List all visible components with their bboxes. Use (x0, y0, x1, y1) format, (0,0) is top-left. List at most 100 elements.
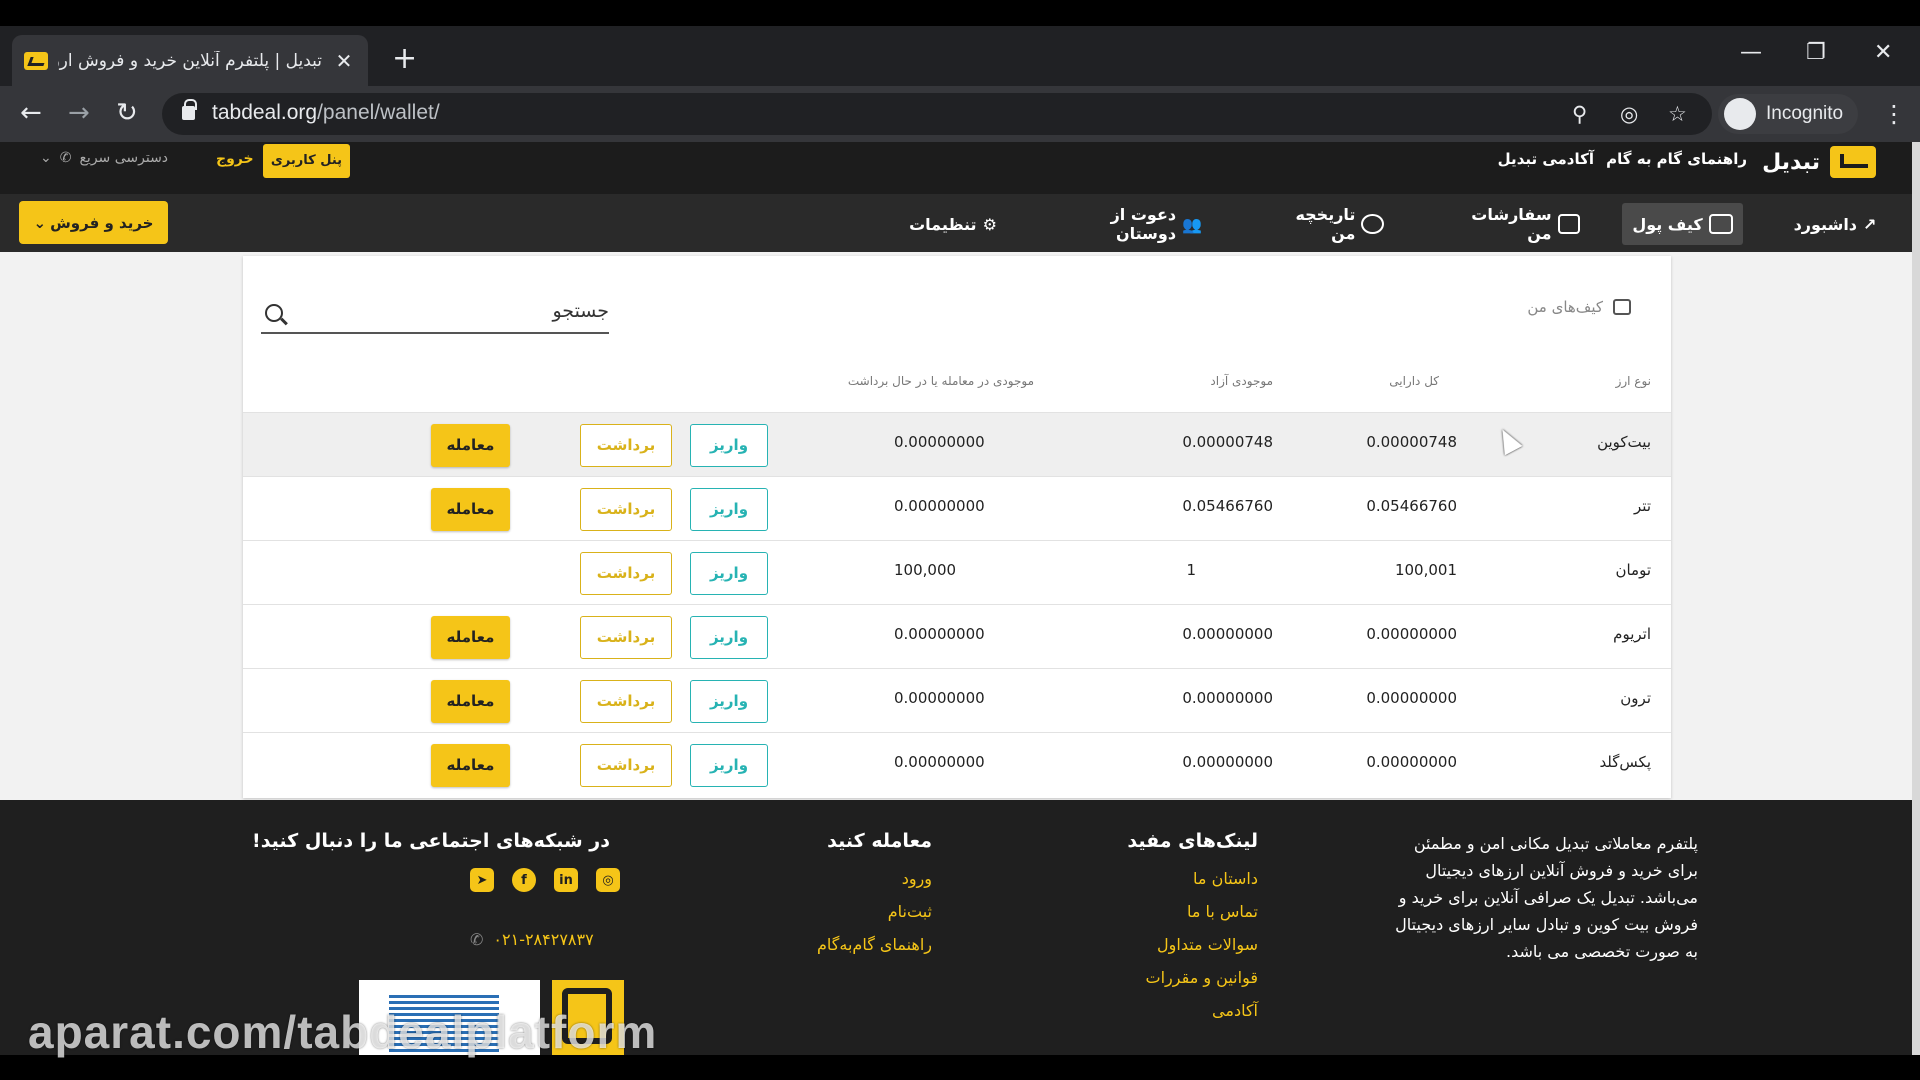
site-top-bar: تبدیل راهنمای گام به گام آکادمی تبدیل پن… (0, 142, 1912, 194)
link-faq[interactable]: سوالات متداول (1127, 928, 1258, 961)
restore-icon[interactable]: ❐ (1806, 40, 1826, 65)
currency-name: اتریوم (1613, 625, 1651, 643)
reload-icon[interactable]: ↻ (116, 98, 138, 128)
withdraw-button[interactable]: برداشت (580, 616, 672, 659)
social-icons: ➤ f in ◎ (470, 868, 620, 892)
back-icon[interactable]: ← (20, 98, 42, 128)
col-total: کل دارایی (1389, 374, 1439, 388)
address-bar-row: ← → ↻ tabdeal.org/panel/wallet/ ⚲ ◎ ☆ In… (0, 86, 1920, 142)
dashboard-icon: ↗ (1863, 214, 1877, 234)
footer-about: پلتفرم معاملاتی تبدیل مکانی امن و مطمئن … (1395, 834, 1698, 961)
search-input[interactable]: جستجو (261, 298, 609, 334)
wallets-title: کیف‌های من (1527, 298, 1631, 316)
browser-menu-icon[interactable]: ⋮ (1882, 100, 1906, 128)
link-terms[interactable]: قوانین و مقررات (1127, 961, 1258, 994)
table-row: تتر 0.05466760 0.05466760 0.00000000 واریز بر… (243, 476, 1671, 540)
minimize-icon[interactable]: — (1740, 40, 1762, 65)
page-scrollbar[interactable] (1912, 142, 1920, 1062)
withdraw-button[interactable]: برداشت (580, 424, 672, 467)
phone-number: ۰۲۱-۲۸۴۲۷۸۳۷ (493, 930, 594, 949)
tabdeal-logo-icon (1830, 146, 1876, 178)
locked-balance: 0.00000000 (894, 689, 985, 707)
buy-sell-label: خرید و فروش (50, 213, 154, 232)
nav-history-label: تاریخچه من (1295, 205, 1356, 243)
currency-name: بیت‌کوین (1597, 433, 1651, 451)
nav-invite[interactable]: 👥 دعوت از دوستان (1068, 203, 1202, 245)
trade-button[interactable]: معامله (431, 488, 510, 531)
new-tab-icon[interactable]: + (392, 44, 417, 74)
deposit-button[interactable]: واریز (690, 488, 768, 531)
quick-access-menu[interactable]: دسترسی سریع ✆ ⌄ (40, 150, 168, 166)
logout-link[interactable]: خروج (216, 151, 254, 167)
deposit-button[interactable]: واریز (690, 424, 768, 467)
zoom-icon[interactable]: ⚲ (1572, 102, 1587, 126)
table-row: اتریوم 0.00000000 0.00000000 0.00000000 واری… (243, 604, 1671, 668)
tabdeal-favicon-icon (24, 51, 48, 70)
nav-history[interactable]: تاریخچه من (1272, 203, 1384, 245)
trade-button[interactable]: معامله (431, 680, 510, 723)
trade-button[interactable]: معامله (431, 744, 510, 787)
withdraw-button[interactable]: برداشت (580, 488, 672, 531)
tracking-protection-icon[interactable]: ◎ (1620, 102, 1638, 126)
withdraw-button[interactable]: برداشت (580, 552, 672, 595)
trade-button[interactable]: معامله (431, 424, 510, 467)
link-signup[interactable]: ثبت‌نام (817, 895, 932, 928)
deposit-button[interactable]: واریز (690, 552, 768, 595)
tab-title: تبدیل | پلتفرم آنلاین خرید و فروش ارز (58, 50, 322, 71)
footer-social: در شبکه‌های اجتماعی ما را دنبال کنید! (252, 830, 610, 862)
table-row: تومان 100,001 1 100,000 واریز برداشت (243, 540, 1671, 604)
incognito-badge[interactable]: Incognito (1718, 94, 1858, 134)
free-balance: 0.00000748 (1182, 433, 1273, 451)
forward-icon[interactable]: → (68, 98, 90, 128)
footer-useful-links: لینک‌های مفید داستان ما تماس با ما سوالا… (1127, 830, 1258, 1027)
currency-name: تومان (1615, 561, 1651, 579)
link-contact[interactable]: تماس با ما (1127, 895, 1258, 928)
deposit-button[interactable]: واریز (690, 616, 768, 659)
close-window-icon[interactable]: ✕ (1874, 40, 1892, 65)
academy-link[interactable]: آکادمی تبدیل (1498, 150, 1594, 168)
user-panel-button[interactable]: پنل کاربری (263, 144, 350, 178)
facebook-icon[interactable]: f (512, 868, 536, 892)
buy-sell-button[interactable]: خرید و فروش ⌄ (19, 201, 168, 244)
locked-balance: 100,000 (894, 561, 957, 579)
free-balance: 1 (1186, 561, 1196, 579)
footer-phone[interactable]: ✆ ۰۲۱-۲۸۴۲۷۸۳۷ (470, 930, 594, 949)
table-row: ترون 0.00000000 0.00000000 0.00000000 واریز ب… (243, 668, 1671, 732)
link-login[interactable]: ورود (817, 862, 932, 895)
guide-link[interactable]: راهنمای گام به گام (1606, 150, 1747, 168)
chevron-down-icon: ⌄ (33, 213, 47, 232)
bookmark-star-icon[interactable]: ☆ (1668, 102, 1687, 126)
url-text[interactable]: tabdeal.org/panel/wallet/ (212, 101, 440, 125)
site-logo[interactable]: تبدیل (1762, 146, 1876, 178)
wallets-card: کیف‌های من جستجو نوع ارز کل دارایی موجود… (243, 256, 1671, 798)
link-our-story[interactable]: داستان ما (1127, 862, 1258, 895)
deposit-button[interactable]: واریز (690, 744, 768, 787)
linkedin-icon[interactable]: in (554, 868, 578, 892)
lock-icon[interactable] (182, 99, 197, 120)
table-row: بیت‌کوین 0.00000748 0.00000748 0.00000000 وا… (243, 412, 1671, 476)
deposit-button[interactable]: واریز (690, 680, 768, 723)
trade-heading: معامله کنید (827, 830, 932, 852)
footer-trade: معامله کنید ورود ثبت‌نام راهنمای گام‌به‌… (817, 830, 932, 961)
search-icon[interactable] (265, 304, 283, 322)
nav-wallet[interactable]: کیف پول (1622, 203, 1743, 245)
address-bar[interactable]: tabdeal.org/panel/wallet/ ⚲ ◎ ☆ (162, 93, 1712, 135)
nav-dashboard[interactable]: ↗ داشبورد (1790, 203, 1880, 245)
withdraw-button[interactable]: برداشت (580, 680, 672, 723)
trade-button[interactable]: معامله (431, 616, 510, 659)
nav-orders[interactable]: سفارشات من (1450, 203, 1580, 245)
nav-settings[interactable]: ⚙ تنظیمات (909, 203, 997, 245)
telegram-icon[interactable]: ➤ (470, 868, 494, 892)
tab-close-icon[interactable]: ✕ (332, 49, 356, 73)
instagram-icon[interactable]: ◎ (596, 868, 620, 892)
currency-name: ترون (1620, 689, 1651, 707)
total-balance: 0.00000748 (1366, 433, 1457, 451)
page-body: کیف‌های من جستجو نوع ارز کل دارایی موجود… (0, 252, 1912, 800)
total-balance: 100,001 (1394, 561, 1457, 579)
withdraw-button[interactable]: برداشت (580, 744, 672, 787)
browser-tab[interactable]: ✕ تبدیل | پلتفرم آنلاین خرید و فروش ارز (12, 35, 368, 86)
col-free: موجودی آزاد (1210, 374, 1273, 388)
link-guide[interactable]: راهنمای گام‌به‌گام (817, 928, 932, 961)
link-academy[interactable]: آکادمی (1127, 994, 1258, 1027)
gear-icon: ⚙ (982, 214, 997, 234)
